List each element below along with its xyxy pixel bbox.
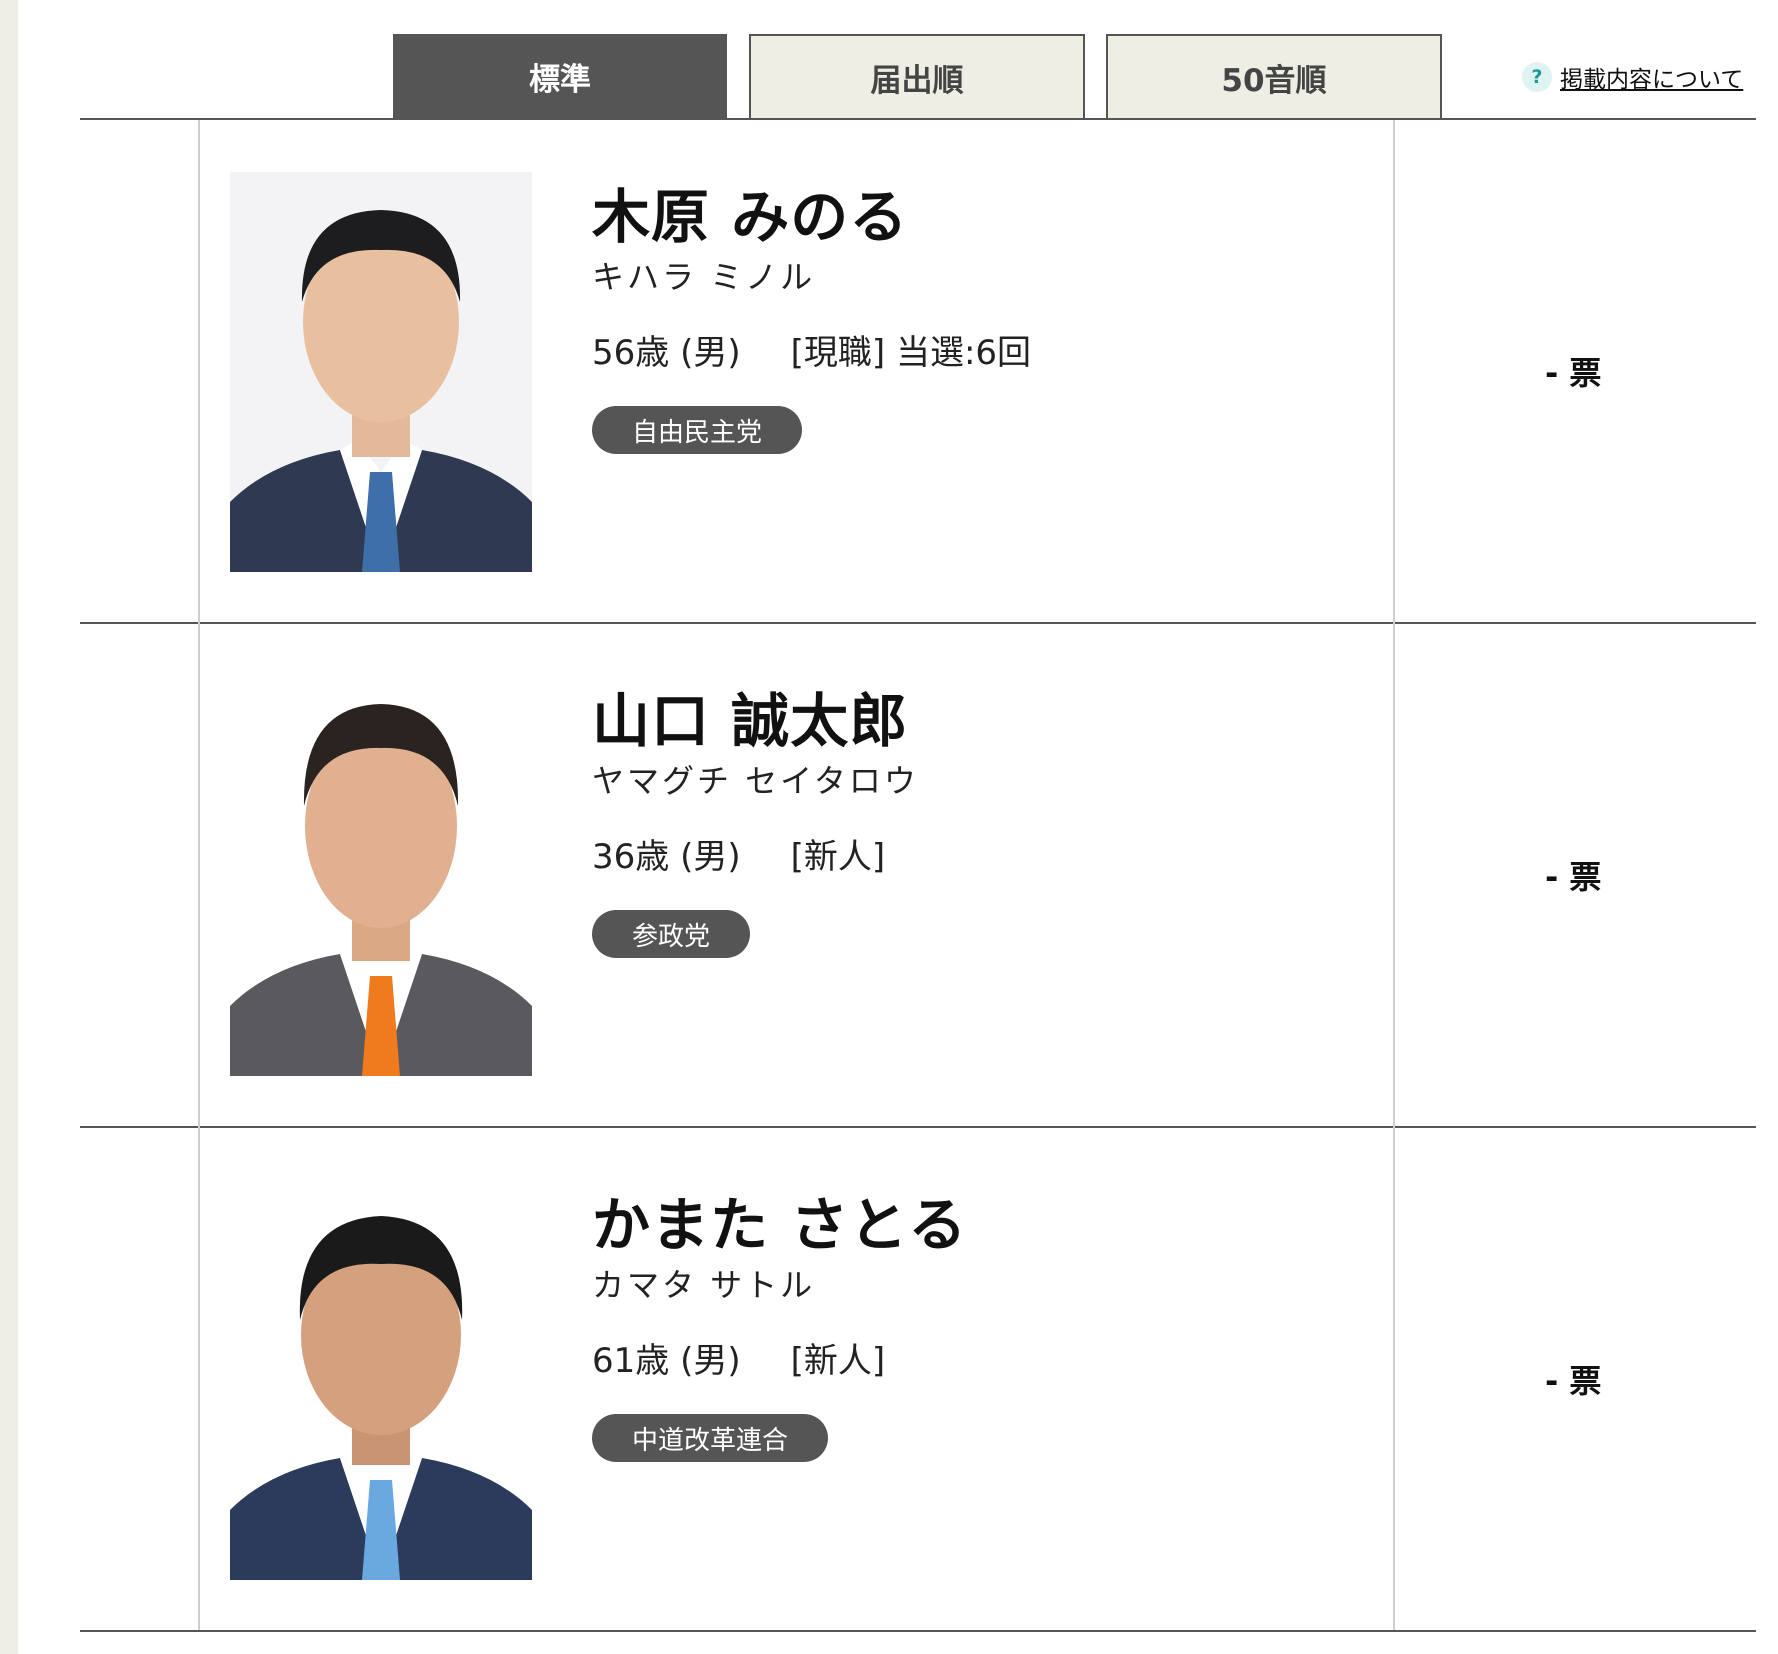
party-badge: 自由民主党 [592, 406, 803, 454]
candidate-name: 山口 誠太郎 [592, 687, 909, 755]
portrait-icon [230, 1180, 532, 1580]
tab-standard[interactable]: 標準 [393, 34, 727, 118]
candidate-age-gender: 36歳 (男) [592, 837, 741, 877]
candidate-age-gender: 56歳 (男) [592, 333, 741, 373]
left-border-strip [0, 0, 18, 1654]
question-icon: ? [1522, 62, 1552, 92]
candidate-photo [230, 1180, 532, 1580]
candidate-age-gender: 61歳 (男) [592, 1341, 741, 1381]
vote-count: - 票 [1545, 354, 1602, 392]
candidate-status: [新人] [790, 837, 886, 877]
candidate-row: 木原 みのる キハラ ミノル 56歳 (男) [現職] 当選:6回 自由民主党 -… [200, 120, 1756, 622]
candidate-kana: ヤマグチ セイタロウ [592, 762, 919, 800]
help-link[interactable]: ? 掲載内容について [1522, 60, 1743, 94]
portrait-icon [230, 172, 532, 572]
candidate-row: かまた さとる カマタ サトル 61歳 (男) [新人] 中道改革連合 - 票 [200, 1128, 1756, 1630]
party-badge: 中道改革連合 [592, 1414, 829, 1462]
party-badge: 参政党 [592, 910, 751, 958]
candidate-row: 山口 誠太郎 ヤマグチ セイタロウ 36歳 (男) [新人] 参政党 - 票 [200, 624, 1756, 1126]
help-link-label[interactable]: 掲載内容について [1560, 60, 1743, 94]
tab-syllabary-order[interactable]: 50音順 [1106, 34, 1442, 118]
candidate-name: 木原 みのる [592, 183, 909, 251]
candidate-info: 56歳 (男) [現職] 当選:6回 [592, 325, 1031, 374]
tab-filing-order[interactable]: 届出順 [749, 34, 1085, 118]
candidate-photo [230, 172, 532, 572]
candidate-kana: キハラ ミノル [592, 258, 816, 296]
vote-count: - 票 [1545, 1362, 1602, 1400]
candidate-info: 36歳 (男) [新人] [592, 829, 885, 878]
candidate-status: [新人] [790, 1341, 886, 1381]
candidate-photo [230, 676, 532, 1076]
vote-count: - 票 [1545, 858, 1602, 896]
candidate-info: 61歳 (男) [新人] [592, 1333, 885, 1382]
candidate-status: [現職] 当選:6回 [790, 333, 1032, 373]
table-divider [80, 1630, 1756, 1632]
candidate-kana: カマタ サトル [592, 1266, 816, 1304]
candidate-name: かまた さとる [592, 1191, 968, 1259]
portrait-icon [230, 676, 532, 1076]
